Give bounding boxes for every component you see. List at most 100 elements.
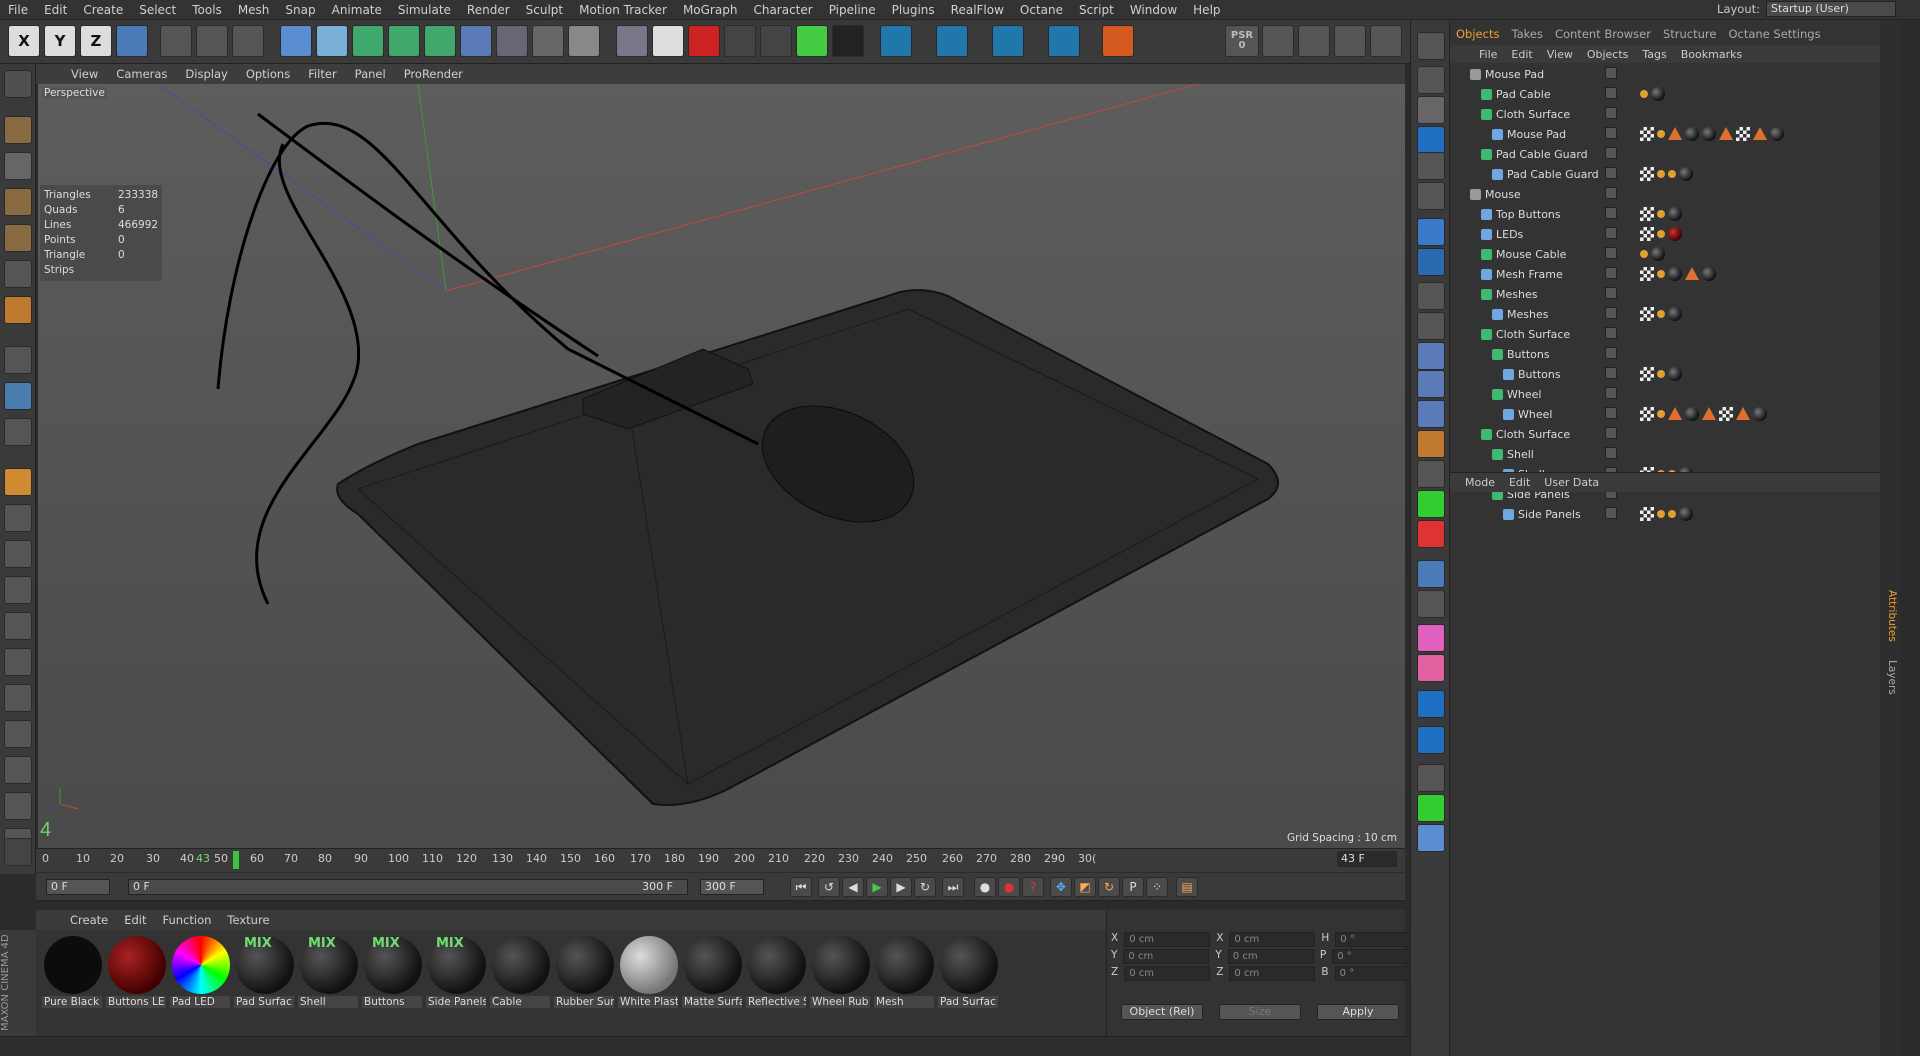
object-icon[interactable] [1417,66,1445,94]
object-name[interactable]: Mouse Pad [1485,68,1544,81]
layout-dropdown[interactable]: Startup (User) [1766,1,1896,17]
material-swatch[interactable]: Wheel Rub [810,934,872,1012]
end-frame-field[interactable]: 300 F [700,879,764,895]
bend-icon[interactable] [1417,312,1445,340]
object-row[interactable]: Pad Cable Guard [1450,165,1900,185]
object-row[interactable]: Side Panels [1450,505,1900,525]
texture-tag-icon[interactable] [1657,270,1665,278]
material-menu-function[interactable]: Function [155,913,220,927]
viewport-menu-prorender[interactable]: ProRender [395,67,472,81]
sculpt-icon[interactable] [1417,624,1445,652]
viewport-menu-panel[interactable]: Panel [346,67,395,81]
object-name[interactable]: Top Buttons [1496,208,1561,221]
tweak-mode-icon[interactable] [4,382,32,410]
uvw-tag-icon[interactable] [1640,167,1654,181]
uvw-tag-icon[interactable] [1640,507,1654,521]
go-to-end-icon[interactable]: ⏭ [942,877,964,897]
visibility-toggle[interactable] [1605,347,1617,359]
object-name[interactable]: Wheel [1507,388,1541,401]
visibility-toggle[interactable] [1605,367,1617,379]
object-row[interactable]: Top Buttons [1450,205,1900,225]
uvw-tag-icon[interactable] [1719,407,1733,421]
material-tag-icon[interactable] [1651,87,1665,101]
texture-tag-icon[interactable] [1657,210,1665,218]
object-name[interactable]: Pad Cable Guard [1496,148,1588,161]
object-name[interactable]: Mouse [1485,188,1521,201]
mesh-icon[interactable] [1417,824,1445,852]
material-tag-icon[interactable] [1679,507,1693,521]
object-row[interactable]: Mouse Pad [1450,125,1900,145]
next-frame-icon[interactable]: ▶ [890,877,912,897]
viewport-menu-view[interactable]: View [62,67,107,81]
tab-objects[interactable]: Objects [1450,27,1505,41]
material-swatch[interactable]: MIX Buttons [362,934,424,1012]
material-tag-icon[interactable] [1668,367,1682,381]
menu-edit[interactable]: Edit [36,3,75,17]
object-row[interactable]: Buttons [1450,345,1900,365]
object-row[interactable]: Meshes [1450,285,1900,305]
extrude-icon[interactable] [4,684,32,712]
uvw-tag-icon[interactable] [1640,207,1654,221]
floor-icon[interactable] [460,25,492,57]
axis-x-toggle[interactable]: X [8,25,40,57]
material-tag-icon[interactable] [1685,127,1699,141]
timeline-playhead[interactable] [233,851,239,869]
magnet-icon[interactable] [4,468,32,496]
render-settings-icon[interactable] [232,25,264,57]
visibility-toggle[interactable] [1605,507,1617,519]
globe-icon[interactable] [1417,248,1445,276]
visibility-toggle[interactable] [1605,327,1617,339]
coordinate-field[interactable]: 0 cm [1229,966,1316,981]
object-name[interactable]: Mesh Frame [1496,268,1563,281]
material-tag-icon[interactable] [1702,127,1716,141]
menu-select[interactable]: Select [131,3,184,17]
object-row[interactable]: Mesh Frame [1450,265,1900,285]
arrange-icon[interactable] [1417,342,1445,370]
menu-file[interactable]: File [0,3,36,17]
menu-window[interactable]: Window [1122,3,1185,17]
tab-structure[interactable]: Structure [1657,27,1723,41]
uvw-tag-icon[interactable] [1640,407,1654,421]
tab-takes[interactable]: Takes [1505,27,1549,41]
subdivision-icon[interactable] [352,25,384,57]
attributes-menu-edit[interactable]: Edit [1502,476,1537,489]
axis-z-toggle[interactable]: Z [80,25,112,57]
array-icon[interactable] [1417,430,1445,458]
rotation-key-icon[interactable]: ↻ [1098,877,1120,897]
menu-plugins[interactable]: Plugins [884,3,943,17]
cancel-icon[interactable] [1417,520,1445,548]
coordinate-mode-dropdown[interactable]: Object (Rel) [1121,1004,1203,1020]
axis-mode-icon[interactable] [4,346,32,374]
menu-realflow[interactable]: RealFlow [943,3,1012,17]
material-swatch[interactable]: MIX Shell [298,934,360,1012]
loop-select-icon[interactable] [1417,764,1445,792]
texture-tag-icon[interactable] [1668,510,1676,518]
3d-viewport[interactable]: 4 Perspective Triangles 233338 Quads 6 Lines… [38,84,1405,848]
object-menu-edit[interactable]: Edit [1504,48,1539,61]
octane-camera-icon[interactable] [760,25,792,57]
keyframe-selection-icon[interactable]: ? [1022,877,1044,897]
phong-tag-icon[interactable] [1668,407,1682,420]
light-icon[interactable] [568,25,600,57]
texture-tag-icon[interactable] [1657,170,1665,178]
object-row[interactable]: Cloth Surface [1450,105,1900,125]
realflow-emitter-icon[interactable] [936,25,968,57]
render-view-icon[interactable] [160,25,192,57]
visibility-toggle[interactable] [1605,187,1617,199]
coordinate-field[interactable]: 0 ° [1332,949,1419,964]
octane-settings-icon[interactable] [796,25,828,57]
uvw-tag-icon[interactable] [1640,267,1654,281]
realflow-daemon-icon[interactable] [992,25,1024,57]
object-name[interactable]: Meshes [1496,288,1537,301]
material-menu-create[interactable]: Create [62,913,116,927]
visibility-toggle[interactable] [1605,307,1617,319]
workplane-mode-icon[interactable] [4,188,32,216]
object-row[interactable]: Mouse Pad [1450,65,1900,85]
knife-icon[interactable] [4,612,32,640]
parameter-key-icon[interactable]: P [1122,877,1144,897]
render-picture-viewer-icon[interactable] [196,25,228,57]
apply-button[interactable]: Apply [1317,1004,1399,1020]
material-swatch[interactable]: Pure Black [42,934,104,1012]
object-name[interactable]: Buttons [1507,348,1550,361]
object-menu-view[interactable]: View [1540,48,1580,61]
